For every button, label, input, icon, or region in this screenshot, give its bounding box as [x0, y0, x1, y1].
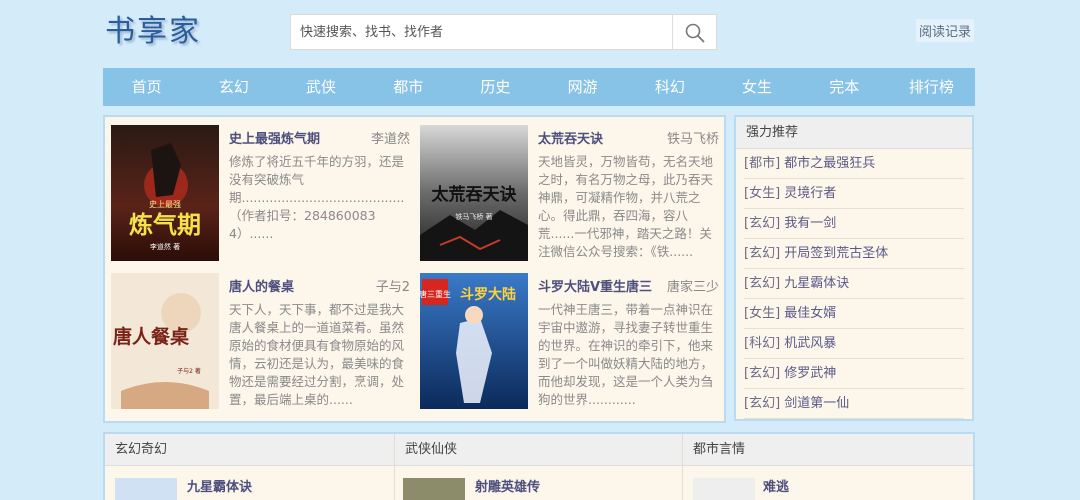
nav-item-home[interactable]: 首页 [103, 68, 190, 106]
book-cover[interactable]: 唐三重生 斗罗大陆 [420, 273, 528, 409]
nav-item-kehuan[interactable]: 科幻 [626, 68, 713, 106]
svg-text:铁马飞桥 著: 铁马飞桥 著 [455, 212, 492, 221]
book-title[interactable]: 九星霸体诀 [187, 476, 252, 495]
book-description: 天下人，天下事，都不过是我大唐人餐桌上的一道道菜肴。虽然原始的食材便具有食物原始… [229, 302, 405, 407]
book-thumb[interactable] [403, 478, 465, 500]
category-column: 都市言情 难逃 [683, 434, 973, 500]
nav-item-wangyou[interactable]: 网游 [539, 68, 626, 106]
search-box [290, 14, 717, 50]
recommend-panel: 强力推荐 [都市] 都市之最强狂兵 [女生] 灵境行者 [玄幻] 我有一剑 [玄… [734, 115, 974, 421]
book-thumb[interactable] [693, 478, 755, 500]
category-column: 玄幻奇幻 九星霸体诀 [105, 434, 395, 500]
category-title[interactable]: 武侠仙侠 [395, 434, 682, 466]
svg-text:李道然 著: 李道然 著 [150, 242, 180, 251]
category-title[interactable]: 都市言情 [683, 434, 973, 466]
book-description: 修炼了将近五千年的方羽，还是没有突破炼气期...................… [229, 154, 405, 241]
svg-text:斗罗大陆: 斗罗大陆 [460, 286, 516, 303]
book-title[interactable]: 太荒吞天诀 [538, 128, 603, 147]
search-button[interactable] [672, 15, 716, 49]
svg-text:子与2 著: 子与2 著 [177, 367, 201, 375]
reading-history-link[interactable]: 阅读记录 [916, 19, 975, 42]
nav-item-wanben[interactable]: 完本 [801, 68, 888, 106]
search-icon [685, 23, 705, 43]
book-title[interactable]: 唐人的餐桌 [229, 276, 294, 295]
book-author: 唐家三少 [666, 280, 719, 295]
book-author: 李道然 [370, 132, 410, 147]
book-description: 天地皆灵，万物皆苟，无名天地之时，有名万物之母，此乃吞天神鼎，可凝精作物，并八荒… [538, 154, 714, 259]
book-cover[interactable]: 史上最强 炼气期 李道然 著 [111, 125, 219, 261]
main-nav: 首页 玄幻 武侠 都市 历史 网游 科幻 女生 完本 排行榜 [103, 68, 975, 106]
book-title[interactable]: 射雕英雄传 [475, 476, 540, 495]
nav-item-nvsheng[interactable]: 女生 [713, 68, 800, 106]
nav-item-lishi[interactable]: 历史 [452, 68, 539, 106]
list-item[interactable]: [玄幻] 我有一剑 [744, 209, 964, 239]
list-item[interactable]: [科幻] 机武风暴 [744, 329, 964, 359]
book-author: 子与2 [375, 280, 410, 295]
book-thumb[interactable] [115, 478, 177, 500]
svg-text:史上最强: 史上最强 [149, 199, 181, 209]
list-item[interactable]: [玄幻] 开局签到荒古圣体 [744, 239, 964, 269]
svg-text:唐三重生: 唐三重生 [420, 289, 451, 299]
featured-books-panel: 史上最强 炼气期 李道然 著 史上最强炼气期 李道然 修炼了将近五千年的方羽，还… [103, 115, 726, 423]
list-item[interactable]: [玄幻] 修罗武神 [744, 359, 964, 389]
book-title[interactable]: 史上最强炼气期 [229, 128, 320, 147]
category-title[interactable]: 玄幻奇幻 [105, 434, 394, 466]
list-item[interactable]: [玄幻] 剑道第一仙 [744, 389, 964, 419]
book-author: 铁马飞桥 [666, 132, 719, 147]
book-cover[interactable]: 太荒吞天诀 铁马飞桥 著 [420, 125, 528, 261]
featured-book: 唐人餐桌 子与2 著 唐人的餐桌 子与2 天下人，天下事，都不过是我大唐人餐桌上… [105, 265, 410, 409]
list-item[interactable]: [女生] 灵境行者 [744, 179, 964, 209]
book-title[interactable]: 难逃 [763, 476, 789, 495]
category-panel: 玄幻奇幻 九星霸体诀 武侠仙侠 射雕英雄传 都市言情 难逃 [103, 432, 975, 500]
nav-item-wuxia[interactable]: 武侠 [277, 68, 364, 106]
search-input[interactable] [291, 15, 673, 49]
list-item[interactable]: [玄幻] 九星霸体诀 [744, 269, 964, 299]
book-title[interactable]: 斗罗大陆V重生唐三 [538, 276, 652, 295]
book-description: 一代神王唐三，带着一点神识在宇宙中遨游，寻找妻子转世重生的世界。在神识的牵引下，… [538, 302, 714, 407]
featured-book: 史上最强 炼气期 李道然 著 史上最强炼气期 李道然 修炼了将近五千年的方羽，还… [105, 117, 410, 261]
svg-text:太荒吞天诀: 太荒吞天诀 [432, 184, 518, 205]
nav-item-dushi[interactable]: 都市 [365, 68, 452, 106]
nav-item-ranking[interactable]: 排行榜 [888, 68, 975, 106]
list-item[interactable]: [都市] 都市之最强狂兵 [744, 149, 964, 179]
recommend-list: [都市] 都市之最强狂兵 [女生] 灵境行者 [玄幻] 我有一剑 [玄幻] 开局… [736, 149, 972, 419]
featured-book: 唐三重生 斗罗大陆 斗罗大陆V重生唐三 唐家三少 一代神王唐三，带着一点神识在宇… [414, 265, 719, 409]
recommend-title: 强力推荐 [736, 117, 972, 149]
svg-text:唐人餐桌: 唐人餐桌 [113, 325, 189, 348]
nav-item-xuanhuan[interactable]: 玄幻 [190, 68, 277, 106]
svg-text:炼气期: 炼气期 [129, 210, 201, 239]
site-logo[interactable]: 书享家 [105, 6, 201, 50]
book-cover[interactable]: 唐人餐桌 子与2 著 [111, 273, 219, 409]
list-item[interactable]: [女生] 最佳女婿 [744, 299, 964, 329]
category-column: 武侠仙侠 射雕英雄传 [395, 434, 683, 500]
featured-book: 太荒吞天诀 铁马飞桥 著 太荒吞天诀 铁马飞桥 天地皆灵，万物皆苟，无名天地之时… [414, 117, 719, 261]
